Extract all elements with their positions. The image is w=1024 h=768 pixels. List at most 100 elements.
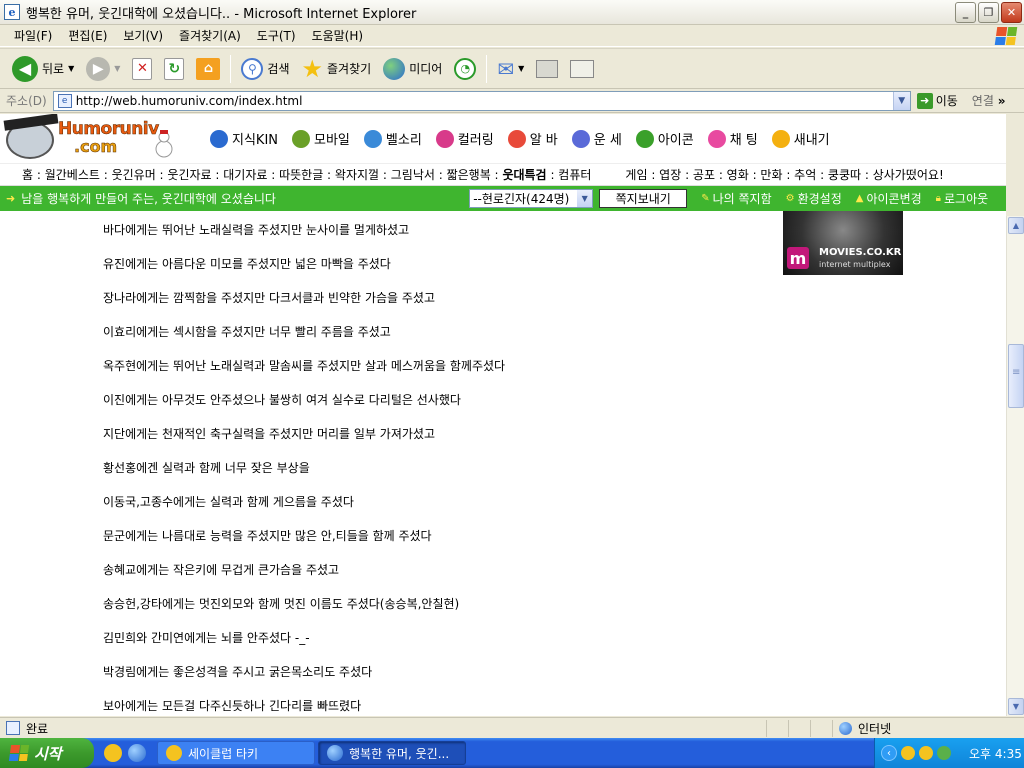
home-button[interactable]: ⌂ [190, 53, 226, 85]
edit-page-icon [570, 59, 595, 78]
nav-item[interactable]: 운 세 [571, 129, 622, 148]
menu-tools[interactable]: 도구(T) [249, 27, 304, 44]
settings-link[interactable]: ⚙ 환경설정 [786, 190, 842, 207]
newbie-icon [771, 129, 790, 148]
stop-button[interactable]: ✕ [126, 53, 158, 85]
nav-item[interactable]: 지식KIN [210, 129, 278, 148]
mobile-icon [292, 129, 311, 148]
note-icon: ✎ [701, 193, 710, 204]
scroll-down-button[interactable]: ▼ [1008, 698, 1024, 715]
subnav-computer-link[interactable]: : 컴퓨터 [550, 166, 591, 183]
nav-item[interactable]: 알 바 [507, 129, 558, 148]
favorites-label: 즐겨찾기 [327, 62, 372, 76]
change-icon-link[interactable]: ▲ 아이콘변경 [856, 190, 922, 207]
address-label: 주소(D) [6, 94, 47, 108]
quick-launch [104, 744, 146, 762]
nav-label: 운 세 [593, 133, 622, 148]
start-button[interactable]: 시작 [0, 738, 94, 768]
links-label: 연결 [971, 94, 994, 108]
media-button[interactable]: 미디어 [377, 53, 448, 85]
scroll-thumb[interactable] [1008, 344, 1024, 408]
close-button[interactable]: ✕ [1001, 1, 1022, 23]
online-users-value: --현로긴자(424명) [473, 192, 570, 206]
forward-button[interactable]: ▶ ▼ [80, 53, 126, 85]
nav-item[interactable]: 모바일 [292, 129, 350, 148]
graduation-cap-mascot-icon [6, 120, 54, 159]
nav-label: 컬러링 [457, 133, 494, 148]
sub-nav: 홈 : 월간베스트 : 웃긴유머 : 웃긴자료 : 대기자료 : 따뜻한글 : … [0, 164, 1006, 186]
forward-dropdown-icon[interactable]: ▼ [114, 64, 120, 73]
windows-flag-icon [8, 745, 30, 761]
article-line: 이효리에게는 섹시함을 주셨지만 너무 빨리 주름을 주셨고 [103, 325, 391, 339]
nav-item[interactable]: 채 팅 [707, 129, 758, 148]
mail-icon: ✉ [497, 56, 515, 81]
menu-favorites[interactable]: 즐겨찾기(A) [171, 27, 249, 44]
diamond-icon [210, 129, 228, 148]
go-button[interactable]: ➜ 이동 [916, 92, 958, 109]
tray-app-icon[interactable] [919, 746, 933, 760]
mail-dropdown-icon[interactable]: ▼ [518, 64, 524, 73]
system-tray: ‹ 오후 4:35 [874, 738, 1024, 768]
tray-app-icon[interactable] [937, 746, 951, 760]
messenger-quicklaunch-icon[interactable] [104, 744, 122, 762]
media-label: 미디어 [409, 62, 443, 76]
clock[interactable]: 오후 4:35 [969, 745, 1022, 762]
status-pane [810, 719, 832, 737]
menu-help[interactable]: 도움말(H) [304, 27, 372, 44]
nav-item[interactable]: 벨소리 [363, 129, 422, 148]
subnav-left-links[interactable]: 홈 : 월간베스트 : 웃긴유머 : 웃긴자료 : 대기자료 : 따뜻한글 : … [22, 166, 499, 183]
humoruniv-logo[interactable]: Humoruniv .com [2, 115, 192, 163]
edit-button[interactable] [564, 53, 600, 85]
address-url[interactable]: http://web.humoruniv.com/index.html [76, 94, 303, 108]
nav-label: 지식KIN [232, 133, 279, 148]
menu-view[interactable]: 보기(V) [115, 27, 171, 44]
subnav-right-links[interactable]: 게임 : 엽장 : 공포 : 영화 : 만화 : 추억 : 쿵쿵따 : 상사가떴… [625, 166, 943, 183]
vertical-scrollbar[interactable]: ▲ ▼ [1006, 216, 1024, 716]
warning-icon: ▲ [855, 193, 864, 204]
stop-icon: ✕ [132, 57, 153, 80]
online-users-select[interactable]: --현로긴자(424명) ▼ [469, 189, 594, 208]
nav-item[interactable]: 아이콘 [635, 129, 694, 148]
menu-file[interactable]: 파일(F) [6, 27, 60, 44]
forward-arrow-icon: ▶ [86, 56, 111, 81]
task-sayclub[interactable]: 세이클럽 타키 [157, 741, 315, 765]
movies-banner-ad[interactable]: m MOVIES.CO.KR internet multiplex [783, 211, 903, 275]
article-line: 황선홍에겐 실력과 함께 너무 잦은 부상을 [103, 461, 310, 475]
subnav-special-link[interactable]: 웃대특검 [502, 166, 546, 183]
ie-quicklaunch-icon[interactable] [128, 744, 146, 762]
refresh-button[interactable]: ↻ [158, 53, 190, 85]
article-line: 문군에게는 나름대로 능력을 주셨지만 많은 안,티들을 함께 주셨다 [103, 529, 432, 543]
search-button[interactable]: ⚲ 검색 [235, 53, 295, 85]
chat-icon [707, 129, 726, 148]
lock-icon: 🔒︎ [935, 193, 941, 204]
favorites-button[interactable]: ★ 즐겨찾기 [296, 53, 378, 85]
task-ie-window[interactable]: 행복한 유머, 웃긴... [318, 741, 466, 765]
back-button[interactable]: ◀ 뒤로 ▼ [6, 53, 80, 85]
title-bar: e 행복한 유머, 웃긴대학에 오셨습니다.. - Microsoft Inte… [0, 0, 1024, 25]
minimize-button[interactable]: _ [955, 1, 976, 23]
taskbar: 시작 세이클럽 타키 행복한 유머, 웃긴... ‹ 오후 4:35 [0, 738, 1024, 768]
logout-link[interactable]: 🔒︎ 로그아웃 [936, 190, 989, 207]
nav-item[interactable]: 컬러링 [435, 129, 494, 148]
back-arrow-icon: ◀ [12, 55, 38, 82]
address-dropdown-icon[interactable]: ▼ [892, 91, 910, 110]
address-input[interactable]: e http://web.humoruniv.com/index.html ▼ [52, 90, 911, 111]
menu-edit[interactable]: 편집(E) [60, 27, 115, 44]
address-bar: 주소(D) e http://web.humoruniv.com/index.h… [0, 89, 1024, 113]
main-nav: 지식KIN 모바일 벨소리 컬러링 알 바 운 세 아이콘 채 팅 새내기 [210, 129, 830, 148]
my-notes-link[interactable]: ✎ 나의 쪽지함 [701, 190, 771, 207]
select-dropdown-icon[interactable]: ▼ [577, 190, 593, 207]
print-button[interactable] [530, 53, 564, 85]
restore-button[interactable]: ❐ [978, 1, 999, 23]
history-button[interactable]: ◔ [448, 53, 482, 85]
back-dropdown-icon[interactable]: ▼ [68, 64, 74, 73]
tray-app-icon[interactable] [901, 746, 915, 760]
links-button[interactable]: 연결 » [972, 92, 1006, 109]
status-bar: 완료 인터넷 [0, 717, 1024, 738]
tray-expand-icon[interactable]: ‹ [881, 745, 897, 761]
nav-item[interactable]: 새내기 [771, 129, 830, 148]
send-note-button[interactable]: 쪽지보내기 [599, 189, 688, 208]
mail-button[interactable]: ✉ ▼ [491, 53, 530, 85]
scroll-up-button[interactable]: ▲ [1008, 217, 1024, 234]
star-icon: ★ [301, 54, 324, 83]
